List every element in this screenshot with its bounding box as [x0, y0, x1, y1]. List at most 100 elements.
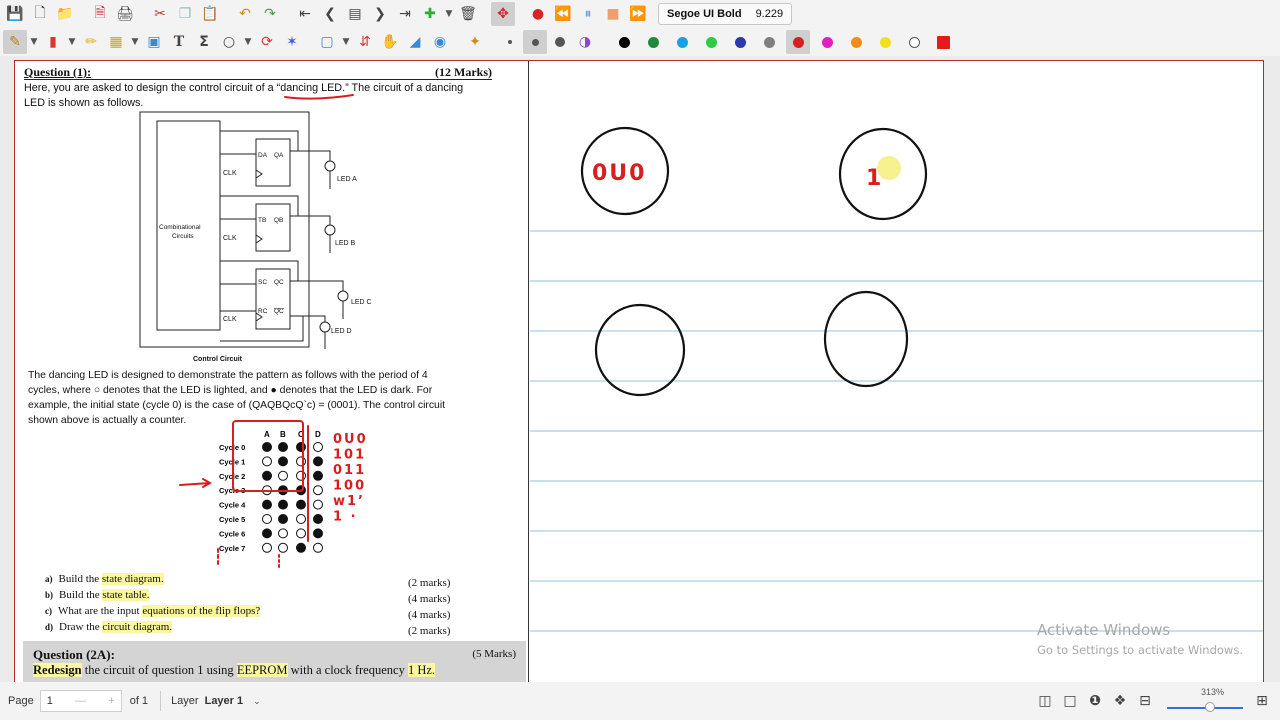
color-swatch-7[interactable]: [815, 30, 839, 54]
add-page-dropdown-icon[interactable]: ▼: [443, 2, 455, 26]
fullscreen-icon[interactable]: ✥: [491, 2, 515, 26]
new-document-icon[interactable]: 🗋: [28, 2, 52, 26]
previous-page-icon[interactable]: ❮: [318, 2, 342, 26]
font-selector[interactable]: Segoe UI Bold 9.229: [658, 3, 793, 25]
medium-size-icon[interactable]: [523, 30, 547, 54]
ink-annotations: 0U0101011100w1’1 ·: [179, 94, 366, 570]
workspace: Question (1): (12 Marks) Here, you are a…: [0, 56, 1280, 683]
zoom-percent: 313%: [1201, 687, 1225, 697]
default-tool-icon[interactable]: ✦: [463, 30, 487, 54]
handwritten-line: w1’: [333, 494, 365, 509]
rewind-icon[interactable]: ⏪: [551, 2, 575, 26]
next-page-icon[interactable]: ❯: [368, 2, 392, 26]
redo-icon[interactable]: ↷: [258, 2, 282, 26]
undo-icon[interactable]: ↶: [233, 2, 257, 26]
page-decrement-icon[interactable]: —: [75, 695, 86, 707]
zoom-slider[interactable]: 313%: [1163, 686, 1249, 716]
color-swatch-1[interactable]: [641, 30, 665, 54]
color-swatch-3[interactable]: [699, 30, 723, 54]
shape-tool-icon[interactable]: ○: [217, 30, 241, 54]
font-size: 9.229: [755, 8, 784, 20]
thick-size-icon[interactable]: [548, 30, 572, 54]
snap-icon[interactable]: ✶: [280, 30, 304, 54]
math-tool-icon[interactable]: Σ: [192, 30, 216, 54]
layer-dropdown-icon[interactable]: ⌄: [253, 696, 261, 707]
zoom-fit-icon[interactable]: ❖: [1108, 689, 1132, 713]
delete-page-icon[interactable]: 🗑: [456, 2, 480, 26]
cut-icon[interactable]: ✂: [148, 2, 172, 26]
exam-document: Question (1): (12 Marks) Here, you are a…: [15, 61, 529, 683]
color-swatch-11[interactable]: [931, 30, 955, 54]
tools-toolbar: ✎ ▼ ▮ ▼ ✏ ▦ ▼ ▣ T Σ ○ ▼ ⟳ ✶ ▢ ▼ ⇵ ✋ ◢ ◉ …: [0, 28, 1280, 56]
notes-area[interactable]: 0U0 1 Activate Windows Go to Settings to…: [530, 61, 1263, 683]
hand-tool-icon[interactable]: ✋: [378, 30, 402, 54]
pause-icon[interactable]: ⏸: [576, 2, 600, 26]
layer-label: Layer: [171, 695, 199, 707]
fill-icon[interactable]: ◑: [573, 30, 597, 54]
export-pdf-icon[interactable]: 🗎: [88, 2, 112, 26]
page-number-value: 1: [46, 695, 53, 707]
zoom-100-icon[interactable]: ❶: [1083, 689, 1107, 713]
presentation-mode-icon[interactable]: □: [1058, 689, 1082, 713]
page-number-field[interactable]: 1 — +: [39, 690, 122, 712]
last-page-icon[interactable]: ⇥: [393, 2, 417, 26]
rotate-icon[interactable]: ⟳: [255, 30, 279, 54]
pen-tool-icon[interactable]: ✎: [3, 30, 27, 54]
font-name: Segoe UI Bold: [667, 8, 742, 20]
print-icon[interactable]: 🖨: [113, 2, 137, 26]
color-swatch-dot: [792, 36, 804, 48]
open-folder-icon[interactable]: 📁: [53, 2, 77, 26]
pen-dropdown-icon[interactable]: ▼: [28, 30, 40, 54]
zoom-slider-handle[interactable]: [1205, 702, 1215, 712]
color-swatch-dot: [908, 36, 920, 48]
page-count: of 1: [129, 695, 149, 707]
color-swatch-2[interactable]: [670, 30, 694, 54]
layer-selector[interactable]: Layer 1: [205, 695, 244, 707]
image-tool-icon[interactable]: ▣: [142, 30, 166, 54]
zoom-in-icon[interactable]: ⊞: [1250, 689, 1274, 713]
first-page-icon[interactable]: ⇤: [293, 2, 317, 26]
color-swatch-dot: [647, 36, 659, 48]
color-swatch-dot: [618, 36, 630, 48]
color-swatch-0[interactable]: [612, 30, 636, 54]
insert-box-icon[interactable]: ▢: [315, 30, 339, 54]
color-swatch-dot: [821, 36, 833, 48]
select-dropdown-icon[interactable]: ▼: [129, 30, 141, 54]
activate-windows-title: Activate Windows: [1037, 621, 1171, 639]
select-region-icon[interactable]: ▦: [104, 30, 128, 54]
fast-forward-icon[interactable]: ⏩: [626, 2, 650, 26]
handwritten-line: 101: [333, 448, 366, 463]
color-swatch-10[interactable]: [902, 30, 926, 54]
eraser-dropdown-icon[interactable]: ▼: [66, 30, 78, 54]
vertical-space-icon[interactable]: ⇵: [353, 30, 377, 54]
goto-page-icon[interactable]: ▤: [343, 2, 367, 26]
highlighter-tool-icon[interactable]: ✏: [79, 30, 103, 54]
page-increment-icon[interactable]: +: [108, 695, 114, 707]
shape-dropdown-icon[interactable]: ▼: [242, 30, 254, 54]
document-page[interactable]: Question (1): (12 Marks) Here, you are a…: [14, 60, 1264, 683]
color-palette: [607, 30, 955, 54]
copy-icon[interactable]: ❐: [173, 2, 197, 26]
color-swatch-5[interactable]: [757, 30, 781, 54]
thin-size-icon[interactable]: [498, 30, 522, 54]
eraser-tool-icon[interactable]: ▮: [41, 30, 65, 54]
pair-pages-icon[interactable]: ◫: [1033, 689, 1057, 713]
handwritten-line: 100: [333, 479, 366, 494]
add-page-icon[interactable]: ✚: [418, 2, 442, 26]
color-swatch-6[interactable]: [786, 30, 810, 54]
color-swatch-8[interactable]: [844, 30, 868, 54]
insert-box-dropdown-icon[interactable]: ▼: [340, 30, 352, 54]
page-label: Page: [8, 695, 34, 707]
color-swatch-9[interactable]: [873, 30, 897, 54]
activate-windows-subtitle: Go to Settings to activate Windows.: [1037, 643, 1243, 657]
zoom-out-icon[interactable]: ⊟: [1133, 689, 1157, 713]
main-toolbar: 💾 🗋 📁 🗎 🖨 ✂ ❐ 📋 ↶ ↷ ⇤ ❮ ▤ ❯ ⇥ ✚ ▼ 🗑 ✥ ● …: [0, 0, 1280, 28]
record-icon[interactable]: ●: [526, 2, 550, 26]
paste-icon[interactable]: 📋: [198, 2, 222, 26]
color-swatch-4[interactable]: [728, 30, 752, 54]
ruler-icon[interactable]: ◢: [403, 30, 427, 54]
save-icon[interactable]: 💾: [3, 2, 27, 26]
text-tool-icon[interactable]: T: [167, 30, 191, 54]
stop-icon[interactable]: ■: [601, 2, 625, 26]
compass-icon[interactable]: ◉: [428, 30, 452, 54]
